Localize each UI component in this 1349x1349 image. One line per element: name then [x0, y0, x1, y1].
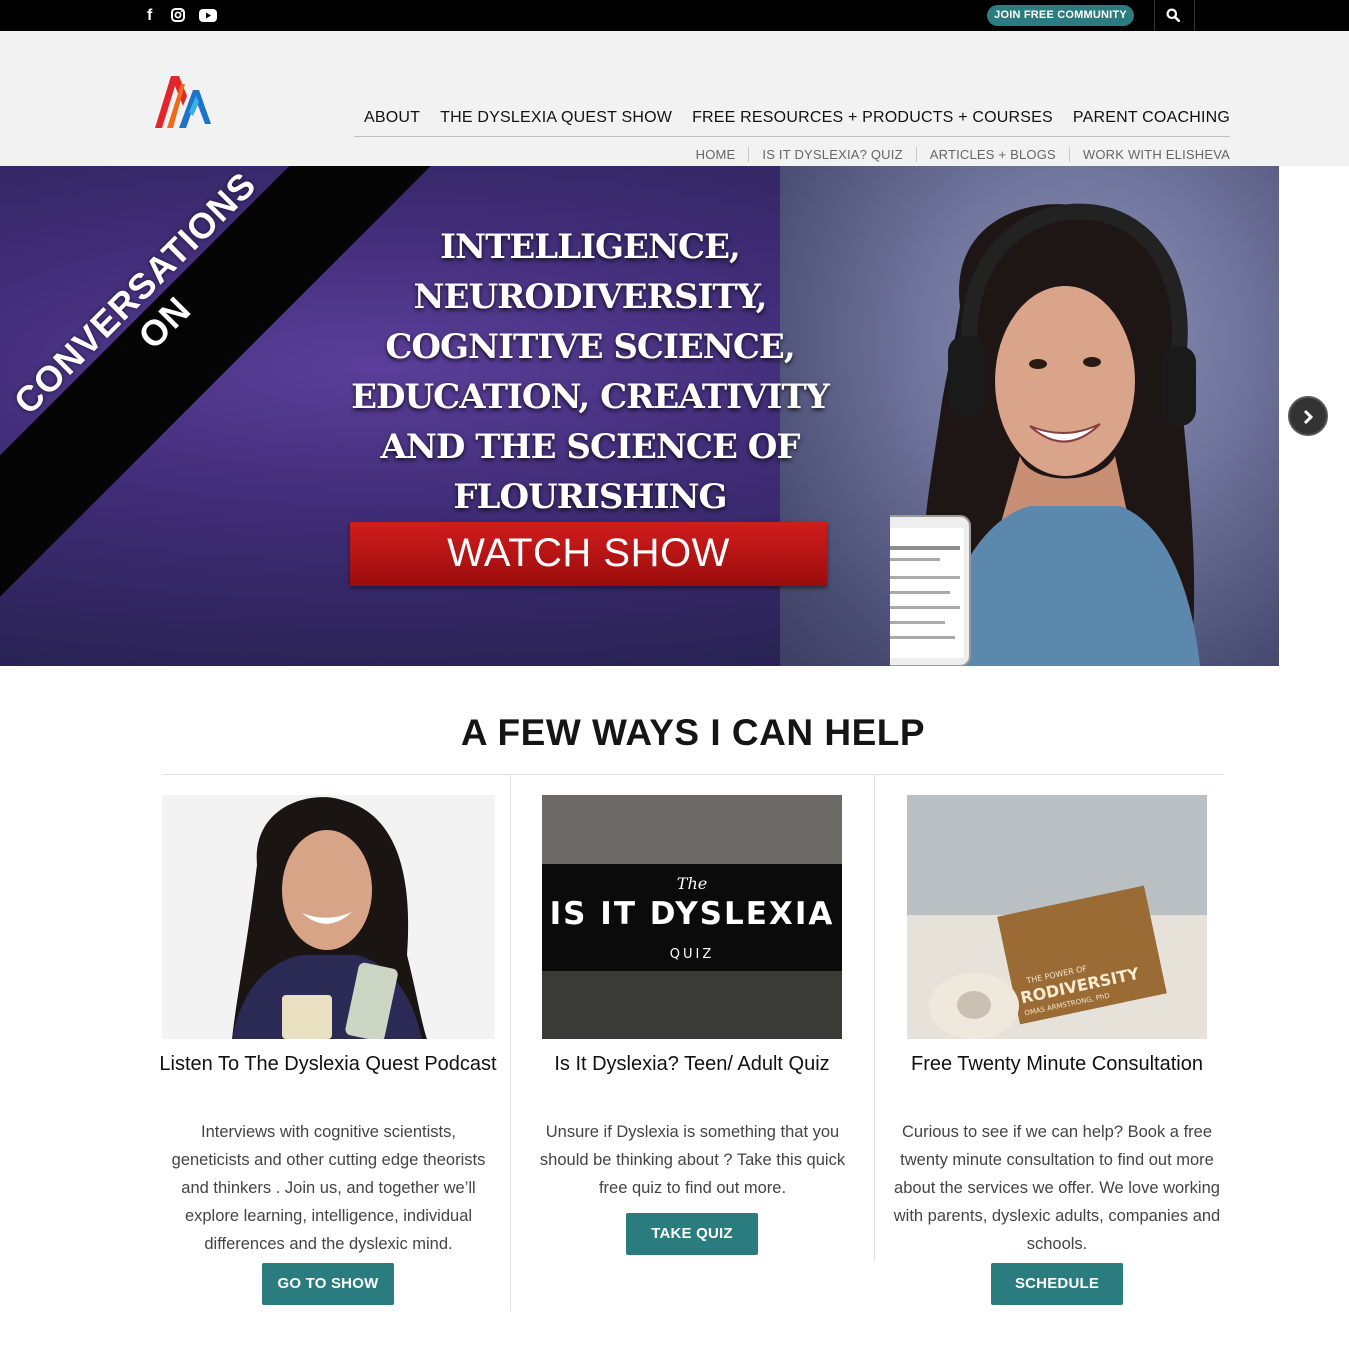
watch-show-button[interactable]: WATCH SHOW	[350, 522, 827, 586]
instagram-icon[interactable]	[171, 8, 185, 26]
card-text-quiz: Unsure if Dyslexia is something that you…	[539, 1123, 846, 1197]
consultation-image[interactable]: THE POWER OF RODIVERSITY OMAS ARMSTRONG,…	[907, 795, 1207, 1039]
quiz-image-pre: The	[676, 874, 708, 893]
quiz-image-top	[542, 795, 842, 864]
quiz-image-main: IS IT DYSLEXIA	[549, 896, 835, 932]
site-logo[interactable]	[153, 72, 213, 132]
facebook-icon[interactable]: f	[147, 7, 152, 24]
section-divider	[162, 774, 1224, 775]
consultation-image-headphones-inner	[957, 991, 991, 1019]
quiz-image-sub: QUIZ	[669, 947, 715, 962]
chevron-right-icon	[1303, 409, 1314, 425]
join-community-button[interactable]: JOIN FREE COMMUNITY	[987, 5, 1134, 26]
subnav-home[interactable]: HOME	[683, 147, 749, 162]
hero-title: INTELLIGENCE, NEURODIVERSITY, COGNITIVE …	[351, 227, 830, 517]
slider-next-button[interactable]	[1288, 396, 1328, 436]
take-quiz-button[interactable]: TAKE QUIZ	[626, 1213, 758, 1255]
search-icon[interactable]	[1166, 8, 1182, 24]
nav-dyslexia-quest-show[interactable]: THE DYSLEXIA QUEST SHOW	[440, 109, 672, 127]
subnav-work-with-elisheva[interactable]: WORK WITH ELISHEVA	[1068, 147, 1230, 162]
card-title-consultation: Free Twenty Minute Consultation	[910, 1053, 1203, 1075]
card-text-podcast: Interviews with cognitive scientists, ge…	[171, 1123, 486, 1253]
go-to-show-button[interactable]: GO TO SHOW	[262, 1263, 394, 1305]
nav-parent-coaching[interactable]: PARENT COACHING	[1073, 109, 1230, 127]
top-bar: f JOIN FREE COMMUNITY	[0, 0, 1349, 31]
card-title-quiz: Is It Dyslexia? Teen/ Adult Quiz	[554, 1053, 830, 1075]
site-header: ABOUT THE DYSLEXIA QUEST SHOW FREE RESOU…	[0, 31, 1349, 166]
portrait-illustration	[232, 797, 427, 1039]
nav-about[interactable]: ABOUT	[364, 109, 420, 127]
hero-slider: CONVERSATIONS ON INTELLIGENCE, NEURODIVE…	[0, 166, 1349, 666]
quiz-image[interactable]: The IS IT DYSLEXIA QUIZ	[542, 795, 842, 1039]
column-divider	[510, 775, 511, 1311]
card-title-podcast: Listen To The Dyslexia Quest Podcast	[159, 1053, 497, 1075]
podcast-host-portrait[interactable]	[162, 795, 495, 1039]
consultation-image-screen	[907, 795, 1207, 915]
schedule-button[interactable]: SCHEDULE	[991, 1263, 1123, 1305]
subnav-quiz[interactable]: IS IT DYSLEXIA? QUIZ	[748, 147, 915, 162]
topbar-divider	[1154, 0, 1155, 31]
card-text-consultation: Curious to see if we can help? Book a fr…	[893, 1123, 1221, 1253]
nav-free-resources[interactable]: FREE RESOURCES + PRODUCTS + COURSES	[692, 109, 1053, 127]
subnav-articles[interactable]: ARTICLES + BLOGS	[915, 147, 1069, 162]
topbar-divider	[1194, 0, 1195, 31]
podcast-host-photo	[890, 203, 1200, 666]
column-divider	[874, 775, 875, 1261]
youtube-icon[interactable]	[199, 9, 217, 26]
sub-nav: HOME IS IT DYSLEXIA? QUIZ ARTICLES + BLO…	[683, 147, 1230, 162]
help-section-title: A FEW WAYS I CAN HELP	[460, 712, 926, 753]
main-nav: ABOUT THE DYSLEXIA QUEST SHOW FREE RESOU…	[354, 109, 1230, 137]
